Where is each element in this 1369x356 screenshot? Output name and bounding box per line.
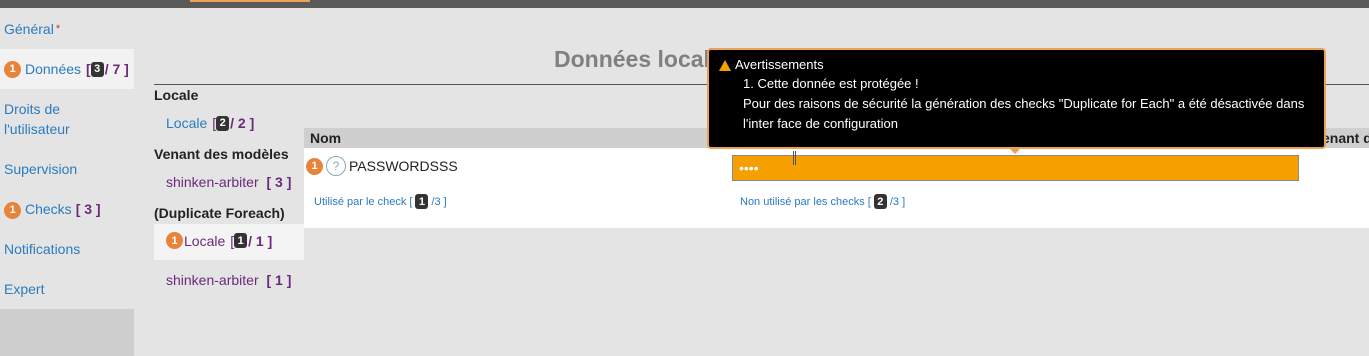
warning-icon [719, 59, 731, 71]
nav-checks-count: [ 3 ] [75, 201, 101, 217]
not-used-by-checks-link[interactable]: Non utilisé par les checks [ 2 /3 ] [740, 194, 905, 209]
sub-link-dup-models[interactable]: shinken-arbiter [ 1 ] [166, 272, 291, 288]
used-total: /3 ] [431, 195, 447, 208]
warning-count-badge: 1 [166, 232, 183, 249]
column-header-nom: Nom [310, 130, 342, 146]
sub-link-dup-locale[interactable]: 1 Locale [ 1 / 1 ] [166, 232, 272, 249]
sub-heading-duplicate: (Duplicate Foreach) [154, 205, 285, 221]
nav-checks-label: Checks [25, 201, 72, 217]
nav-droits-line2: l'utilisateur [4, 121, 70, 137]
column-header-inherited: enant des [1322, 130, 1369, 146]
nav-donnees-count: 3 [90, 61, 104, 77]
nav-supervision[interactable]: Supervision [4, 159, 77, 179]
sub-link-locale-label: Locale [166, 115, 208, 131]
nav-donnees[interactable]: 1 Données [ 3 / 7 ] [0, 49, 134, 89]
tooltip-arrow [1008, 147, 1022, 154]
not-used-total: /3 ] [889, 195, 906, 208]
nav-notifications[interactable]: Notifications [4, 239, 80, 259]
not-used-count: 2 [873, 194, 887, 209]
sub-dup-total: / 1 ] [248, 232, 273, 249]
data-name-label: PASSWORDSSS [349, 158, 458, 174]
sub-heading-models: Venant des modèles [154, 146, 289, 162]
warning-tooltip: Avertissements 1. Cette donnée est proté… [707, 48, 1326, 149]
used-count: 1 [415, 194, 429, 209]
not-used-label: Non utilisé par les checks [ [740, 195, 871, 208]
used-label: Utilisé par le check [ [314, 195, 413, 208]
warning-count-badge: 1 [306, 157, 323, 175]
sub-link-locale[interactable]: Locale [ 2 / 2 ] [166, 115, 254, 131]
nav-droits[interactable]: Droits de l'utilisateur [4, 99, 70, 139]
tooltip-item: 1. Cette donnée est protégée ! [743, 76, 919, 91]
sub-dup-count: 1 [234, 233, 248, 248]
top-bar-active-tab[interactable] [190, 0, 310, 2]
nav-checks[interactable]: 1 Checks[ 3 ] [4, 199, 101, 219]
tooltip-body: Pour des raisons de sécurité la générati… [743, 96, 1305, 131]
nav-droits-line1: Droits de [4, 101, 61, 117]
warning-count-badge: 1 [4, 201, 21, 219]
sub-link-models[interactable]: shinken-arbiter [ 3 ] [166, 174, 291, 190]
tooltip-header: Avertissements [719, 56, 1314, 74]
sub-locale-count: 2 [216, 115, 230, 131]
sub-models-count: [ 3 ] [266, 174, 292, 190]
sub-dup-models-label: shinken-arbiter [166, 272, 259, 288]
sub-dup-models-count: [ 1 ] [266, 272, 292, 288]
tooltip-title: Avertissements [735, 57, 824, 72]
sub-locale-total: / 2 ] [230, 115, 255, 131]
table-row-name: 1 ? PASSWORDSSS [306, 156, 458, 176]
required-marker: * [55, 23, 61, 35]
sub-link-models-label: shinken-arbiter [166, 174, 259, 190]
sub-dup-locale-label: Locale [184, 232, 226, 249]
warning-count-badge: 1 [4, 60, 21, 78]
nav-donnees-label: Données [25, 61, 82, 77]
nav-general-label: Général [4, 21, 54, 37]
nav-general[interactable]: Général * [4, 19, 60, 39]
help-icon[interactable]: ? [326, 156, 346, 176]
password-value-field[interactable]: •••• [732, 155, 1299, 181]
nav-expert[interactable]: Expert [4, 279, 44, 299]
page-title: Données locale [554, 46, 723, 72]
nav-donnees-total: / 7 ] [104, 61, 129, 77]
sub-heading-locale: Locale [154, 87, 199, 103]
text-cursor-icon [793, 151, 796, 165]
left-nav-footer [0, 309, 134, 356]
used-by-checks-link[interactable]: Utilisé par le check [ 1 /3 ] [314, 194, 447, 209]
